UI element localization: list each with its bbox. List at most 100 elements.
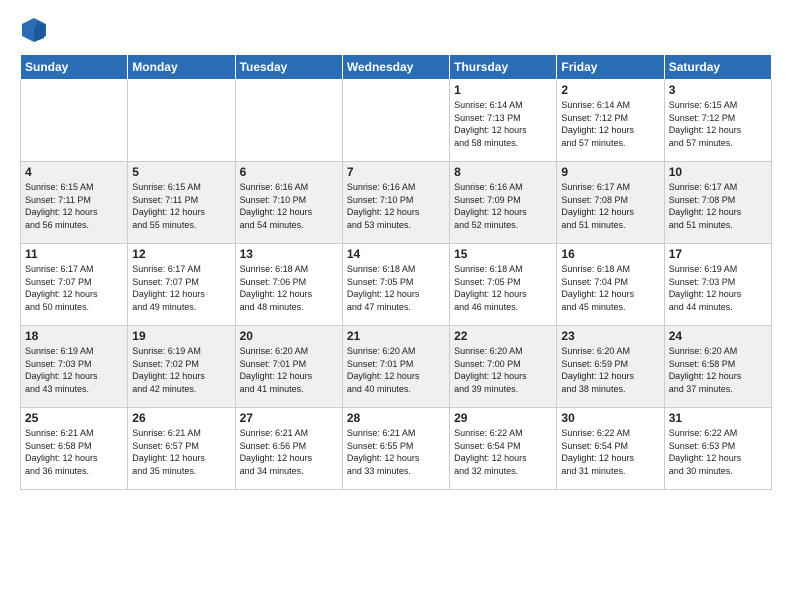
logo	[20, 16, 52, 44]
day-info: Sunrise: 6:19 AM Sunset: 7:02 PM Dayligh…	[132, 345, 230, 395]
day-number: 13	[240, 247, 338, 261]
calendar-week-3: 11 Sunrise: 6:17 AM Sunset: 7:07 PM Dayli…	[21, 244, 772, 326]
day-number: 11	[25, 247, 123, 261]
day-number: 31	[669, 411, 767, 425]
weekday-header-wednesday: Wednesday	[342, 55, 449, 80]
day-number: 6	[240, 165, 338, 179]
calendar-cell: 19 Sunrise: 6:19 AM Sunset: 7:02 PM Dayli…	[128, 326, 235, 408]
calendar-cell: 16 Sunrise: 6:18 AM Sunset: 7:04 PM Dayli…	[557, 244, 664, 326]
day-info: Sunrise: 6:20 AM Sunset: 7:01 PM Dayligh…	[240, 345, 338, 395]
calendar-cell: 10Sunrise: 6:17 AM Sunset: 7:08 PM Dayli…	[664, 162, 771, 244]
calendar-week-5: 25Sunrise: 6:21 AM Sunset: 6:58 PM Dayli…	[21, 408, 772, 490]
calendar-week-2: 4 Sunrise: 6:15 AM Sunset: 7:11 PM Daylig…	[21, 162, 772, 244]
calendar-cell: 22 Sunrise: 6:20 AM Sunset: 7:00 PM Dayli…	[450, 326, 557, 408]
day-number: 10	[669, 165, 767, 179]
calendar-header-row: SundayMondayTuesdayWednesdayThursdayFrid…	[21, 55, 772, 80]
day-info: Sunrise: 6:21 AM Sunset: 6:56 PM Dayligh…	[240, 427, 338, 477]
day-info: Sunrise: 6:22 AM Sunset: 6:53 PM Dayligh…	[669, 427, 767, 477]
day-number: 18	[25, 329, 123, 343]
calendar-cell: 21 Sunrise: 6:20 AM Sunset: 7:01 PM Dayli…	[342, 326, 449, 408]
day-number: 1	[454, 83, 552, 97]
calendar-cell	[21, 80, 128, 162]
calendar-cell: 18 Sunrise: 6:19 AM Sunset: 7:03 PM Dayli…	[21, 326, 128, 408]
day-number: 19	[132, 329, 230, 343]
calendar-week-1: 1 Sunrise: 6:14 AM Sunset: 7:13 PM Daylig…	[21, 80, 772, 162]
day-info: Sunrise: 6:20 AM Sunset: 7:00 PM Dayligh…	[454, 345, 552, 395]
day-info: Sunrise: 6:21 AM Sunset: 6:58 PM Dayligh…	[25, 427, 123, 477]
calendar-cell: 1 Sunrise: 6:14 AM Sunset: 7:13 PM Daylig…	[450, 80, 557, 162]
day-number: 16	[561, 247, 659, 261]
day-number: 14	[347, 247, 445, 261]
day-info: Sunrise: 6:17 AM Sunset: 7:07 PM Dayligh…	[132, 263, 230, 313]
day-info: Sunrise: 6:20 AM Sunset: 6:58 PM Dayligh…	[669, 345, 767, 395]
day-number: 7	[347, 165, 445, 179]
day-info: Sunrise: 6:19 AM Sunset: 7:03 PM Dayligh…	[25, 345, 123, 395]
calendar-cell: 6Sunrise: 6:16 AM Sunset: 7:10 PM Daylig…	[235, 162, 342, 244]
calendar-cell: 23Sunrise: 6:20 AM Sunset: 6:59 PM Dayli…	[557, 326, 664, 408]
day-number: 29	[454, 411, 552, 425]
day-info: Sunrise: 6:16 AM Sunset: 7:09 PM Dayligh…	[454, 181, 552, 231]
day-info: Sunrise: 6:19 AM Sunset: 7:03 PM Dayligh…	[669, 263, 767, 313]
calendar-cell: 8Sunrise: 6:16 AM Sunset: 7:09 PM Daylig…	[450, 162, 557, 244]
day-info: Sunrise: 6:20 AM Sunset: 7:01 PM Dayligh…	[347, 345, 445, 395]
calendar-cell: 24 Sunrise: 6:20 AM Sunset: 6:58 PM Dayli…	[664, 326, 771, 408]
day-number: 22	[454, 329, 552, 343]
day-number: 20	[240, 329, 338, 343]
day-info: Sunrise: 6:17 AM Sunset: 7:07 PM Dayligh…	[25, 263, 123, 313]
calendar-week-4: 18 Sunrise: 6:19 AM Sunset: 7:03 PM Dayli…	[21, 326, 772, 408]
calendar-cell: 11 Sunrise: 6:17 AM Sunset: 7:07 PM Dayli…	[21, 244, 128, 326]
header	[20, 16, 772, 44]
calendar-cell	[342, 80, 449, 162]
day-number: 26	[132, 411, 230, 425]
day-info: Sunrise: 6:15 AM Sunset: 7:12 PM Dayligh…	[669, 99, 767, 149]
day-info: Sunrise: 6:21 AM Sunset: 6:57 PM Dayligh…	[132, 427, 230, 477]
calendar-cell: 13 Sunrise: 6:18 AM Sunset: 7:06 PM Dayli…	[235, 244, 342, 326]
day-number: 30	[561, 411, 659, 425]
day-number: 2	[561, 83, 659, 97]
day-number: 27	[240, 411, 338, 425]
calendar-cell: 7Sunrise: 6:16 AM Sunset: 7:10 PM Daylig…	[342, 162, 449, 244]
day-number: 5	[132, 165, 230, 179]
day-info: Sunrise: 6:22 AM Sunset: 6:54 PM Dayligh…	[561, 427, 659, 477]
calendar-cell: 9 Sunrise: 6:17 AM Sunset: 7:08 PM Daylig…	[557, 162, 664, 244]
weekday-header-friday: Friday	[557, 55, 664, 80]
day-info: Sunrise: 6:21 AM Sunset: 6:55 PM Dayligh…	[347, 427, 445, 477]
calendar-cell: 17 Sunrise: 6:19 AM Sunset: 7:03 PM Dayli…	[664, 244, 771, 326]
calendar-cell: 5 Sunrise: 6:15 AM Sunset: 7:11 PM Daylig…	[128, 162, 235, 244]
calendar-cell	[235, 80, 342, 162]
day-number: 9	[561, 165, 659, 179]
day-info: Sunrise: 6:18 AM Sunset: 7:05 PM Dayligh…	[347, 263, 445, 313]
day-number: 28	[347, 411, 445, 425]
calendar-cell: 12Sunrise: 6:17 AM Sunset: 7:07 PM Dayli…	[128, 244, 235, 326]
calendar-cell	[128, 80, 235, 162]
day-number: 23	[561, 329, 659, 343]
day-info: Sunrise: 6:18 AM Sunset: 7:06 PM Dayligh…	[240, 263, 338, 313]
calendar-cell: 2 Sunrise: 6:14 AM Sunset: 7:12 PM Daylig…	[557, 80, 664, 162]
day-number: 21	[347, 329, 445, 343]
calendar-cell: 28 Sunrise: 6:21 AM Sunset: 6:55 PM Dayli…	[342, 408, 449, 490]
calendar-cell: 14 Sunrise: 6:18 AM Sunset: 7:05 PM Dayli…	[342, 244, 449, 326]
day-info: Sunrise: 6:22 AM Sunset: 6:54 PM Dayligh…	[454, 427, 552, 477]
calendar-cell: 31 Sunrise: 6:22 AM Sunset: 6:53 PM Dayli…	[664, 408, 771, 490]
calendar-cell: 29 Sunrise: 6:22 AM Sunset: 6:54 PM Dayli…	[450, 408, 557, 490]
calendar-cell: 4Sunrise: 6:15 AM Sunset: 7:11 PM Daylig…	[21, 162, 128, 244]
weekday-header-tuesday: Tuesday	[235, 55, 342, 80]
day-number: 4	[25, 165, 123, 179]
day-info: Sunrise: 6:14 AM Sunset: 7:13 PM Dayligh…	[454, 99, 552, 149]
calendar-cell: 27 Sunrise: 6:21 AM Sunset: 6:56 PM Dayli…	[235, 408, 342, 490]
calendar-cell: 3Sunrise: 6:15 AM Sunset: 7:12 PM Daylig…	[664, 80, 771, 162]
calendar-table: SundayMondayTuesdayWednesdayThursdayFrid…	[20, 54, 772, 490]
weekday-header-saturday: Saturday	[664, 55, 771, 80]
day-info: Sunrise: 6:14 AM Sunset: 7:12 PM Dayligh…	[561, 99, 659, 149]
calendar-cell: 25Sunrise: 6:21 AM Sunset: 6:58 PM Dayli…	[21, 408, 128, 490]
weekday-header-monday: Monday	[128, 55, 235, 80]
day-number: 17	[669, 247, 767, 261]
day-info: Sunrise: 6:17 AM Sunset: 7:08 PM Dayligh…	[561, 181, 659, 231]
calendar-cell: 15Sunrise: 6:18 AM Sunset: 7:05 PM Dayli…	[450, 244, 557, 326]
day-number: 24	[669, 329, 767, 343]
day-info: Sunrise: 6:18 AM Sunset: 7:04 PM Dayligh…	[561, 263, 659, 313]
calendar-cell: 20 Sunrise: 6:20 AM Sunset: 7:01 PM Dayli…	[235, 326, 342, 408]
day-info: Sunrise: 6:18 AM Sunset: 7:05 PM Dayligh…	[454, 263, 552, 313]
calendar-cell: 26 Sunrise: 6:21 AM Sunset: 6:57 PM Dayli…	[128, 408, 235, 490]
day-info: Sunrise: 6:15 AM Sunset: 7:11 PM Dayligh…	[132, 181, 230, 231]
